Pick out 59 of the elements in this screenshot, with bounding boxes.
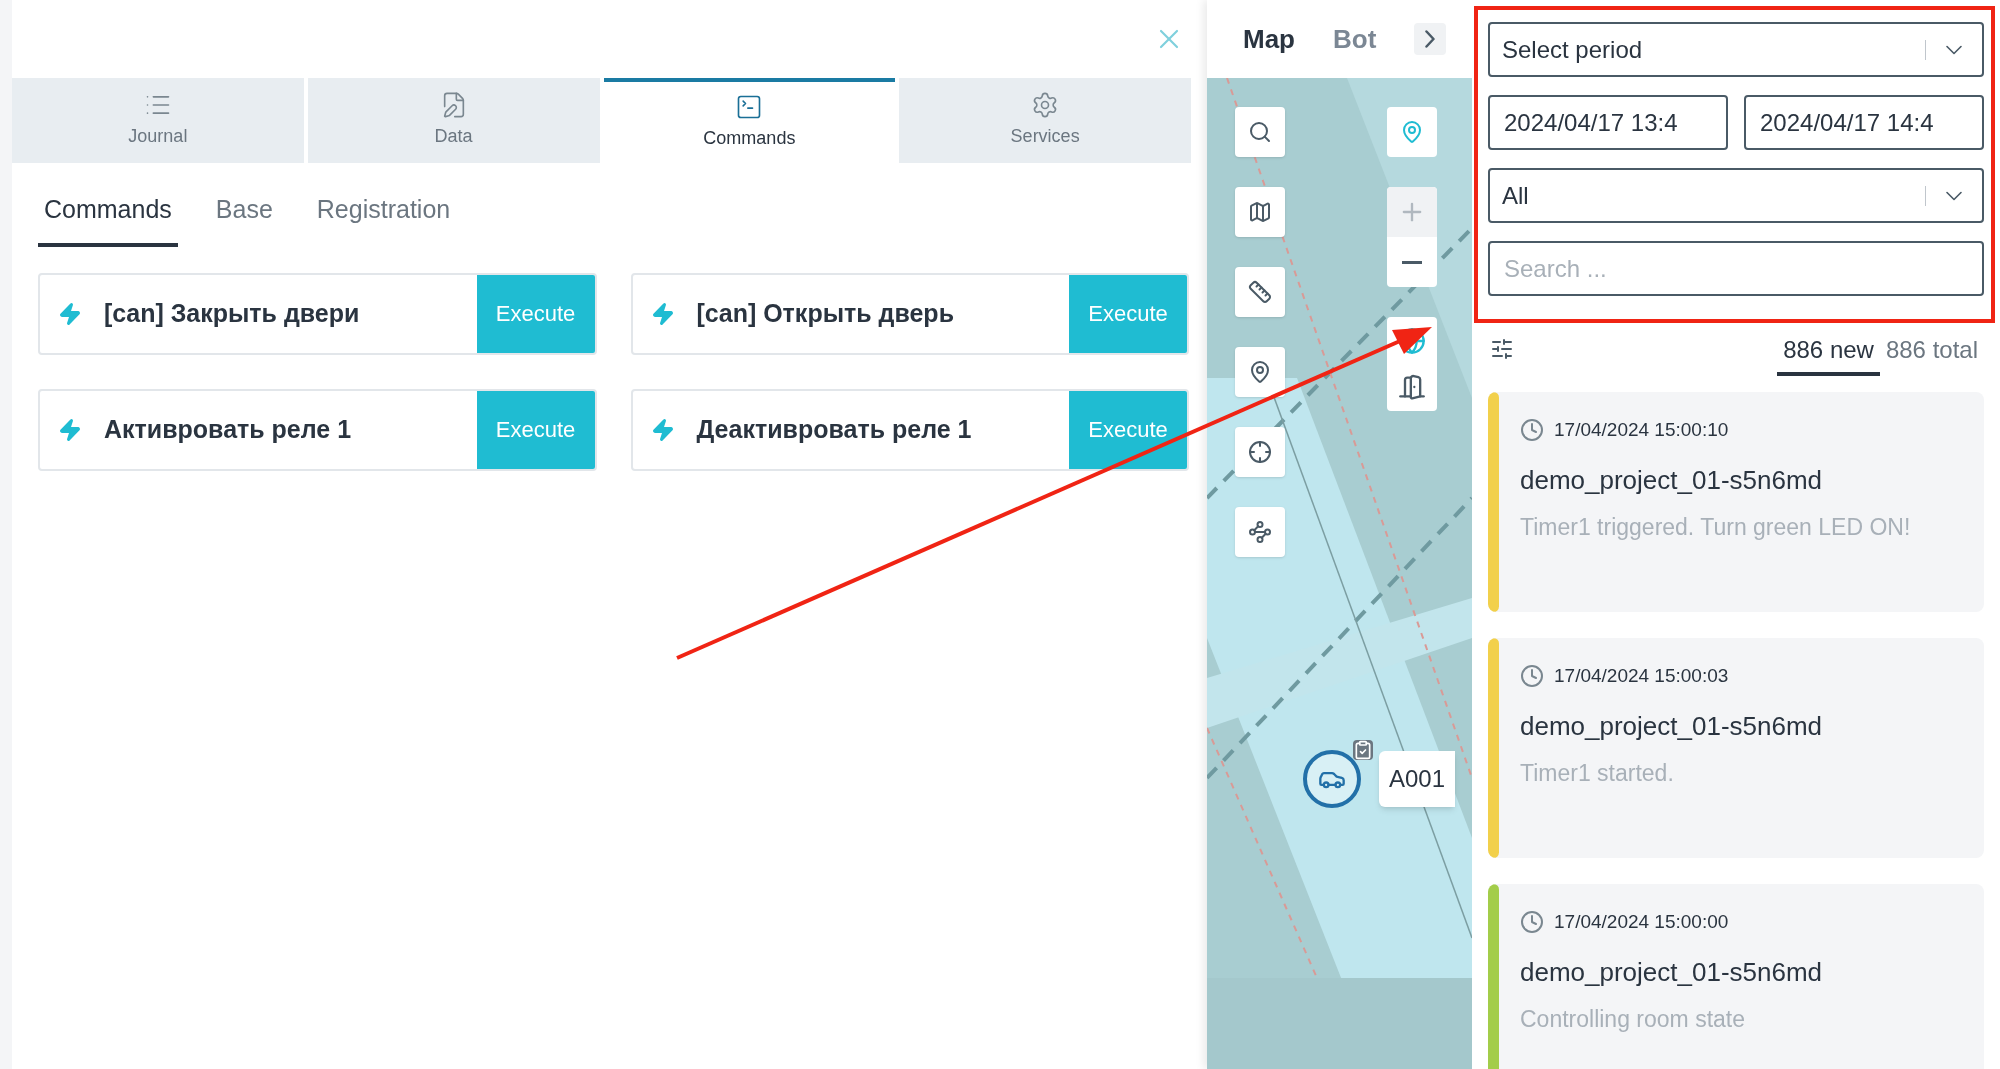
event-message: Timer1 triggered. Turn green LED ON!: [1520, 512, 1911, 542]
command-name: Деактивровать реле 1: [696, 413, 972, 445]
route-button[interactable]: [1235, 507, 1285, 557]
counter-tab[interactable]: 886 new: [1777, 322, 1880, 376]
search-field[interactable]: Search ...: [1488, 241, 1984, 296]
period-select[interactable]: Select period: [1488, 22, 1984, 77]
command-name: [can] Открыть дверь: [696, 297, 954, 329]
lightning-icon: [650, 417, 675, 442]
minus-icon: [1402, 260, 1422, 264]
event-time: 17/04/2024 15:00:10: [1554, 418, 1729, 442]
event-time: 17/04/2024 15:00:03: [1554, 664, 1729, 688]
start-date-field[interactable]: 2024/04/17 13:4: [1488, 95, 1728, 150]
chevron-right-icon: [1425, 30, 1436, 48]
device-name: demo_project_01-s5n6md: [1520, 955, 1823, 989]
clock-icon: [1520, 910, 1544, 935]
event-card[interactable]: 17/04/2024 15:00:03 demo_project_01-s5n6md Timer1 started.: [1488, 638, 1984, 858]
clock-icon: [1520, 418, 1544, 443]
search-icon: [1248, 120, 1272, 144]
ruler-button[interactable]: [1235, 267, 1285, 317]
event-time: 17/04/2024 15:00:00: [1554, 910, 1729, 934]
type-select[interactable]: All: [1488, 168, 1984, 223]
command-name: Активровать реле 1: [104, 413, 352, 445]
event-card[interactable]: 17/04/2024 15:00:10 demo_project_01-s5n6md Timer1 triggered. Turn green LED ON!: [1488, 392, 1984, 612]
device-name: demo_project_01-s5n6md: [1520, 709, 1823, 743]
lightning-icon: [58, 417, 82, 442]
next-button[interactable]: [1414, 23, 1447, 55]
map-pin-button[interactable]: [1235, 347, 1285, 397]
tab[interactable]: Services: [899, 78, 1191, 163]
search-button[interactable]: [1235, 107, 1285, 157]
command-name: [can] Закрыть двери: [104, 297, 360, 329]
lightning-icon: [58, 301, 82, 326]
crosshair-icon: [1248, 440, 1272, 464]
marker-label: A001: [1379, 751, 1456, 807]
map-button[interactable]: [1235, 187, 1285, 237]
map-tab[interactable]: Map: [1243, 19, 1295, 59]
clock-icon: [1520, 664, 1544, 689]
vehicle-marker[interactable]: [1303, 750, 1361, 808]
crosshair-button[interactable]: [1235, 427, 1285, 477]
counter-tab[interactable]: 886 total: [1879, 322, 1984, 376]
end-date-field[interactable]: 2024/04/17 14:4: [1744, 95, 1984, 150]
tab[interactable]: Data: [307, 78, 600, 163]
device-name: demo_project_01-s5n6md: [1520, 463, 1824, 497]
subtab[interactable]: Base: [209, 191, 279, 247]
map-pin-icon: [1400, 120, 1424, 144]
ruler-icon: [1248, 280, 1272, 304]
route-icon: [1248, 520, 1272, 544]
tab[interactable]: Journal: [12, 78, 304, 163]
event-card[interactable]: 17/04/2024 15:00:00 demo_project_01-s5n6md Controlling room state: [1488, 884, 1984, 1069]
subtab[interactable]: Registration: [310, 191, 457, 247]
lightning-icon: [650, 301, 675, 326]
event-message: Timer1 started.: [1520, 758, 1675, 788]
filter-icon[interactable]: [1490, 337, 1514, 361]
map-tab[interactable]: Bot: [1333, 19, 1377, 59]
map-icon: [1248, 200, 1272, 224]
door-icon[interactable]: [1398, 373, 1426, 401]
clipboard-check-icon: [1353, 740, 1373, 760]
subtab[interactable]: Commands: [38, 191, 178, 247]
map-pin-icon: [1248, 360, 1272, 384]
event-message: Controlling room state: [1520, 1004, 1746, 1034]
